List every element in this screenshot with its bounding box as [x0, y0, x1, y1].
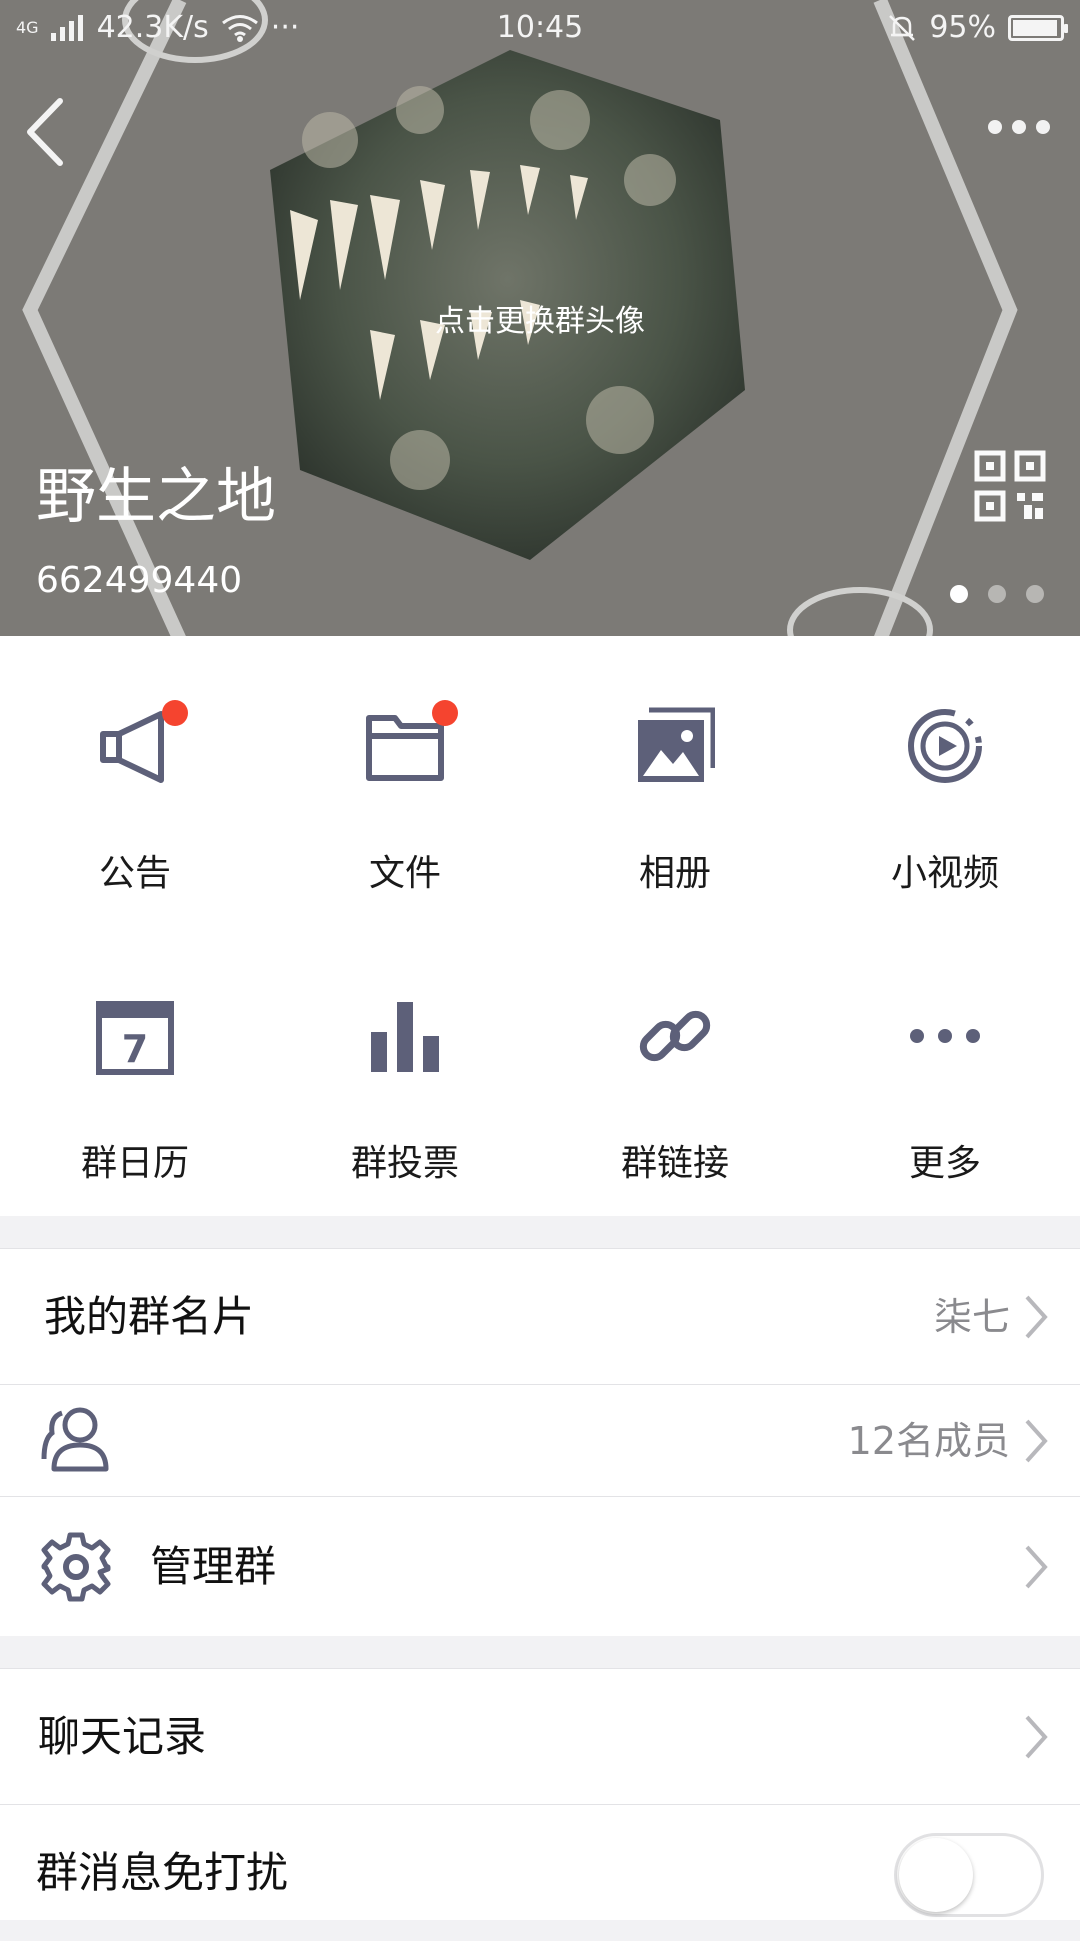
chat-settings-section: 聊天记录 群消息免打扰: [0, 1668, 1080, 1920]
group-name: 野生之地: [36, 462, 276, 532]
more-icon: [910, 1029, 980, 1043]
bar-chart-icon: [371, 1002, 439, 1072]
vote-button[interactable]: 群投票: [270, 926, 540, 1216]
feature-grid: 公告 文件 相册 小视频 7 群日历 群投票 群链接 更多: [0, 636, 1080, 1216]
calendar-day: 7: [122, 1027, 148, 1071]
photo-album-icon: [638, 707, 715, 782]
row-title: 聊天记录: [38, 1712, 207, 1761]
back-arrow-icon[interactable]: [22, 95, 72, 170]
row-title: 我的群名片: [44, 1292, 255, 1341]
group-settings-section: 我的群名片 柒七 12名成员 管理群: [0, 1248, 1080, 1636]
gear-icon: [41, 1532, 111, 1602]
video-play-icon: [908, 709, 982, 783]
feature-label: 相册: [638, 853, 711, 894]
change-avatar-hint[interactable]: 点击更换群头像: [0, 296, 1080, 340]
mute-bell-icon: [889, 14, 916, 41]
announcement-button[interactable]: 公告: [0, 636, 270, 926]
battery-icon: [1008, 14, 1068, 41]
group-link-button[interactable]: 群链接: [540, 926, 810, 1216]
calendar-icon: 7: [96, 1001, 174, 1075]
group-header: 4G 42.3K/s ··· 10:45 95% 点击更换群头像 野生之地 66…: [0, 0, 1080, 636]
feature-label: 公告: [98, 853, 171, 894]
feature-label: 群链接: [620, 1143, 729, 1184]
qr-code-icon[interactable]: [974, 450, 1046, 522]
calendar-button[interactable]: 7 群日历: [0, 926, 270, 1216]
member-count: 12名成员: [847, 1419, 1010, 1463]
row-title: 群消息免打扰: [36, 1848, 289, 1897]
more-options-button[interactable]: [988, 120, 1050, 134]
page-dot: [950, 585, 968, 603]
more-features-button[interactable]: 更多: [810, 926, 1080, 1216]
row-value: 柒七: [933, 1295, 1010, 1339]
members-icon: [41, 1407, 109, 1472]
feature-label: 群投票: [350, 1143, 459, 1184]
status-bar: 4G 42.3K/s ··· 10:45 95%: [0, 0, 1080, 54]
members-row[interactable]: 12名成员: [0, 1384, 1080, 1496]
battery-percent: 95%: [929, 10, 996, 45]
chevron-right-icon: [1025, 1545, 1048, 1589]
link-icon: [639, 1010, 711, 1062]
do-not-disturb-toggle[interactable]: [894, 1833, 1044, 1917]
chat-history-row[interactable]: 聊天记录: [0, 1668, 1080, 1804]
chevron-right-icon: [1025, 1419, 1048, 1463]
notification-badge: [432, 700, 458, 726]
my-group-card-row[interactable]: 我的群名片 柒七: [0, 1248, 1080, 1384]
feature-label: 文件: [368, 853, 441, 894]
row-title: 管理群: [150, 1542, 277, 1591]
short-video-button[interactable]: 小视频: [810, 636, 1080, 926]
page-indicator: [950, 585, 1044, 603]
feature-label: 群日历: [80, 1143, 189, 1184]
feature-label: 小视频: [890, 853, 999, 894]
chevron-right-icon: [1025, 1715, 1048, 1759]
notification-badge: [162, 700, 188, 726]
page-dot: [988, 585, 1006, 603]
page-dot: [1026, 585, 1044, 603]
feature-label: 更多: [908, 1143, 981, 1184]
files-button[interactable]: 文件: [270, 636, 540, 926]
chevron-right-icon: [1025, 1295, 1048, 1339]
toggle-knob: [899, 1838, 973, 1912]
album-button[interactable]: 相册: [540, 636, 810, 926]
manage-group-row[interactable]: 管理群: [0, 1496, 1080, 1636]
group-id: 662499440: [36, 560, 243, 601]
